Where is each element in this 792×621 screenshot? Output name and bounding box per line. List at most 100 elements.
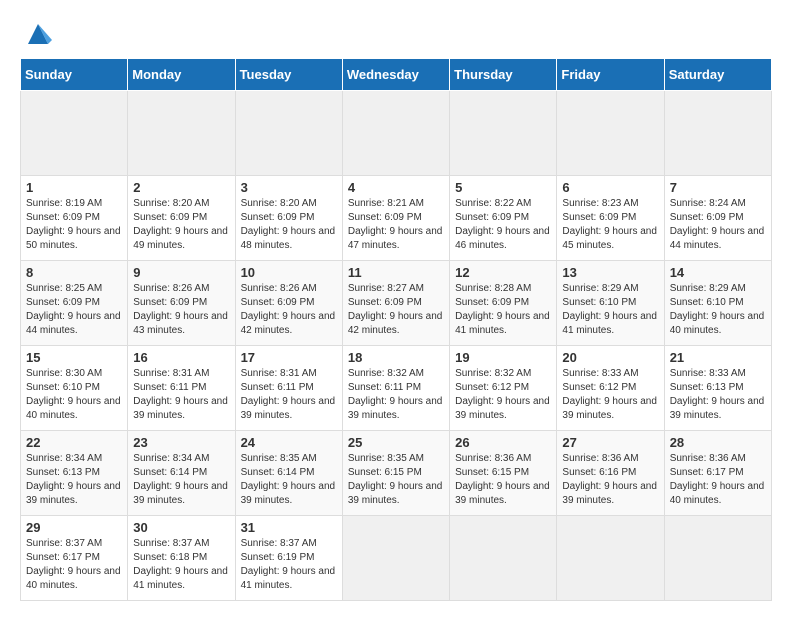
day-number: 22 — [26, 435, 122, 450]
day-cell — [664, 516, 771, 601]
day-number: 6 — [562, 180, 658, 195]
day-number: 25 — [348, 435, 444, 450]
logo-icon — [24, 20, 52, 48]
day-cell: 30 Sunrise: 8:37 AMSunset: 6:18 PMDaylig… — [128, 516, 235, 601]
day-number: 9 — [133, 265, 229, 280]
day-info: Sunrise: 8:35 AMSunset: 6:15 PMDaylight:… — [348, 452, 444, 508]
day-number: 21 — [670, 350, 766, 365]
day-number: 18 — [348, 350, 444, 365]
day-info: Sunrise: 8:36 AMSunset: 6:15 PMDaylight:… — [455, 452, 551, 508]
column-header-thursday: Thursday — [450, 59, 557, 91]
day-number: 14 — [670, 265, 766, 280]
day-cell — [235, 91, 342, 176]
week-row-1: 1 Sunrise: 8:19 AMSunset: 6:09 PMDayligh… — [21, 176, 772, 261]
day-info: Sunrise: 8:33 AMSunset: 6:12 PMDaylight:… — [562, 367, 658, 423]
day-cell — [557, 91, 664, 176]
column-header-tuesday: Tuesday — [235, 59, 342, 91]
day-info: Sunrise: 8:31 AMSunset: 6:11 PMDaylight:… — [241, 367, 337, 423]
day-info: Sunrise: 8:26 AMSunset: 6:09 PMDaylight:… — [133, 282, 229, 338]
day-number: 16 — [133, 350, 229, 365]
day-number: 27 — [562, 435, 658, 450]
day-cell — [21, 91, 128, 176]
week-row-5: 29 Sunrise: 8:37 AMSunset: 6:17 PMDaylig… — [21, 516, 772, 601]
day-number: 12 — [455, 265, 551, 280]
day-info: Sunrise: 8:32 AMSunset: 6:12 PMDaylight:… — [455, 367, 551, 423]
day-cell: 27 Sunrise: 8:36 AMSunset: 6:16 PMDaylig… — [557, 431, 664, 516]
day-number: 24 — [241, 435, 337, 450]
day-cell: 2 Sunrise: 8:20 AMSunset: 6:09 PMDayligh… — [128, 176, 235, 261]
day-info: Sunrise: 8:26 AMSunset: 6:09 PMDaylight:… — [241, 282, 337, 338]
day-number: 13 — [562, 265, 658, 280]
day-cell: 9 Sunrise: 8:26 AMSunset: 6:09 PMDayligh… — [128, 261, 235, 346]
day-info: Sunrise: 8:22 AMSunset: 6:09 PMDaylight:… — [455, 197, 551, 253]
day-info: Sunrise: 8:27 AMSunset: 6:09 PMDaylight:… — [348, 282, 444, 338]
day-info: Sunrise: 8:34 AMSunset: 6:13 PMDaylight:… — [26, 452, 122, 508]
day-info: Sunrise: 8:19 AMSunset: 6:09 PMDaylight:… — [26, 197, 122, 253]
week-row-4: 22 Sunrise: 8:34 AMSunset: 6:13 PMDaylig… — [21, 431, 772, 516]
day-number: 15 — [26, 350, 122, 365]
day-cell: 6 Sunrise: 8:23 AMSunset: 6:09 PMDayligh… — [557, 176, 664, 261]
day-cell — [664, 91, 771, 176]
day-cell — [557, 516, 664, 601]
day-number: 30 — [133, 520, 229, 535]
day-cell — [128, 91, 235, 176]
day-cell — [450, 91, 557, 176]
day-number: 7 — [670, 180, 766, 195]
day-number: 19 — [455, 350, 551, 365]
day-cell: 20 Sunrise: 8:33 AMSunset: 6:12 PMDaylig… — [557, 346, 664, 431]
day-cell: 28 Sunrise: 8:36 AMSunset: 6:17 PMDaylig… — [664, 431, 771, 516]
logo — [20, 20, 52, 48]
day-cell: 13 Sunrise: 8:29 AMSunset: 6:10 PMDaylig… — [557, 261, 664, 346]
day-info: Sunrise: 8:25 AMSunset: 6:09 PMDaylight:… — [26, 282, 122, 338]
day-info: Sunrise: 8:35 AMSunset: 6:14 PMDaylight:… — [241, 452, 337, 508]
day-number: 23 — [133, 435, 229, 450]
day-number: 3 — [241, 180, 337, 195]
day-cell: 14 Sunrise: 8:29 AMSunset: 6:10 PMDaylig… — [664, 261, 771, 346]
day-cell: 4 Sunrise: 8:21 AMSunset: 6:09 PMDayligh… — [342, 176, 449, 261]
day-cell: 21 Sunrise: 8:33 AMSunset: 6:13 PMDaylig… — [664, 346, 771, 431]
day-cell — [342, 91, 449, 176]
header-row: SundayMondayTuesdayWednesdayThursdayFrid… — [21, 59, 772, 91]
column-header-monday: Monday — [128, 59, 235, 91]
day-cell: 17 Sunrise: 8:31 AMSunset: 6:11 PMDaylig… — [235, 346, 342, 431]
day-cell — [450, 516, 557, 601]
day-number: 31 — [241, 520, 337, 535]
day-number: 5 — [455, 180, 551, 195]
column-header-friday: Friday — [557, 59, 664, 91]
day-cell: 19 Sunrise: 8:32 AMSunset: 6:12 PMDaylig… — [450, 346, 557, 431]
day-cell: 3 Sunrise: 8:20 AMSunset: 6:09 PMDayligh… — [235, 176, 342, 261]
day-cell: 26 Sunrise: 8:36 AMSunset: 6:15 PMDaylig… — [450, 431, 557, 516]
day-number: 26 — [455, 435, 551, 450]
week-row-3: 15 Sunrise: 8:30 AMSunset: 6:10 PMDaylig… — [21, 346, 772, 431]
day-info: Sunrise: 8:36 AMSunset: 6:16 PMDaylight:… — [562, 452, 658, 508]
column-header-wednesday: Wednesday — [342, 59, 449, 91]
day-info: Sunrise: 8:37 AMSunset: 6:18 PMDaylight:… — [133, 537, 229, 593]
day-cell: 18 Sunrise: 8:32 AMSunset: 6:11 PMDaylig… — [342, 346, 449, 431]
day-info: Sunrise: 8:28 AMSunset: 6:09 PMDaylight:… — [455, 282, 551, 338]
day-cell: 11 Sunrise: 8:27 AMSunset: 6:09 PMDaylig… — [342, 261, 449, 346]
day-cell: 29 Sunrise: 8:37 AMSunset: 6:17 PMDaylig… — [21, 516, 128, 601]
day-info: Sunrise: 8:31 AMSunset: 6:11 PMDaylight:… — [133, 367, 229, 423]
day-number: 17 — [241, 350, 337, 365]
day-info: Sunrise: 8:37 AMSunset: 6:17 PMDaylight:… — [26, 537, 122, 593]
day-info: Sunrise: 8:36 AMSunset: 6:17 PMDaylight:… — [670, 452, 766, 508]
day-cell: 1 Sunrise: 8:19 AMSunset: 6:09 PMDayligh… — [21, 176, 128, 261]
day-number: 28 — [670, 435, 766, 450]
day-info: Sunrise: 8:37 AMSunset: 6:19 PMDaylight:… — [241, 537, 337, 593]
day-info: Sunrise: 8:20 AMSunset: 6:09 PMDaylight:… — [241, 197, 337, 253]
day-number: 8 — [26, 265, 122, 280]
header — [20, 20, 772, 48]
day-cell: 15 Sunrise: 8:30 AMSunset: 6:10 PMDaylig… — [21, 346, 128, 431]
week-row-0 — [21, 91, 772, 176]
day-cell: 22 Sunrise: 8:34 AMSunset: 6:13 PMDaylig… — [21, 431, 128, 516]
day-cell: 8 Sunrise: 8:25 AMSunset: 6:09 PMDayligh… — [21, 261, 128, 346]
day-cell: 12 Sunrise: 8:28 AMSunset: 6:09 PMDaylig… — [450, 261, 557, 346]
day-cell: 10 Sunrise: 8:26 AMSunset: 6:09 PMDaylig… — [235, 261, 342, 346]
day-info: Sunrise: 8:20 AMSunset: 6:09 PMDaylight:… — [133, 197, 229, 253]
day-number: 2 — [133, 180, 229, 195]
day-cell: 25 Sunrise: 8:35 AMSunset: 6:15 PMDaylig… — [342, 431, 449, 516]
column-header-sunday: Sunday — [21, 59, 128, 91]
day-info: Sunrise: 8:24 AMSunset: 6:09 PMDaylight:… — [670, 197, 766, 253]
day-info: Sunrise: 8:30 AMSunset: 6:10 PMDaylight:… — [26, 367, 122, 423]
day-cell: 7 Sunrise: 8:24 AMSunset: 6:09 PMDayligh… — [664, 176, 771, 261]
